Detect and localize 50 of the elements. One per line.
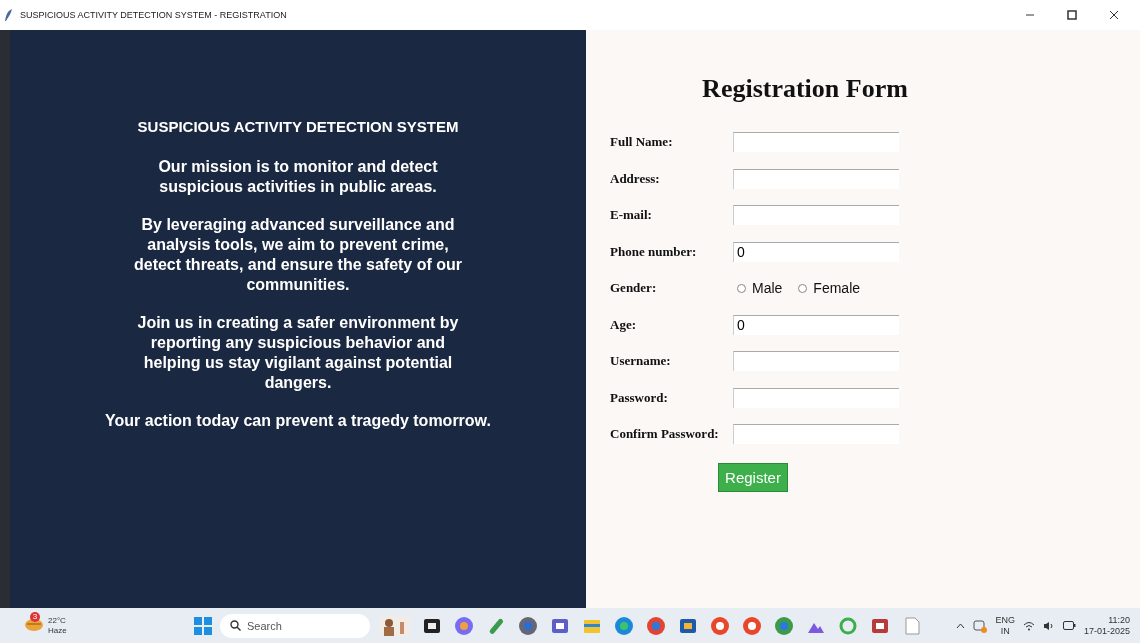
weather-widget[interactable]: 3 22°C Haze bbox=[24, 614, 194, 637]
field-label: Address: bbox=[610, 170, 661, 187]
condition-text: Haze bbox=[48, 625, 67, 636]
input-field[interactable] bbox=[733, 387, 899, 408]
input-field[interactable] bbox=[733, 424, 899, 444]
form-title: Registration Form bbox=[701, 74, 909, 104]
radio-option[interactable]: Male bbox=[737, 280, 783, 296]
clock-date[interactable]: 17-01-2025 bbox=[1083, 625, 1130, 637]
wifi-icon[interactable] bbox=[1022, 620, 1035, 631]
field-label: Username: bbox=[610, 353, 672, 369]
notification-badge: 3 bbox=[30, 611, 40, 622]
input-field[interactable] bbox=[733, 351, 899, 371]
mission-paragraph: Our mission is to monitor and detect suspicious activities in public areas. bbox=[157, 157, 439, 197]
input-field[interactable]: 0 bbox=[733, 314, 899, 335]
document-icon[interactable] bbox=[902, 615, 922, 636]
battery-icon[interactable] bbox=[1062, 621, 1076, 630]
field-label: Confirm Password: bbox=[610, 426, 720, 442]
ring-icon[interactable] bbox=[838, 615, 858, 636]
option-label: Female bbox=[813, 280, 861, 296]
search-field[interactable]: Search bbox=[220, 613, 370, 638]
mission-paragraph: By leveraging advanced surveillance and analysis tools, we aim to prevent crime, detect threats, and ensure the safety of our communities. bbox=[132, 215, 464, 295]
input-field[interactable]: 0 bbox=[733, 241, 899, 262]
radio-icon[interactable] bbox=[737, 283, 746, 293]
radio-icon[interactable] bbox=[798, 283, 808, 293]
field-label: Password: bbox=[610, 389, 669, 406]
mission-paragraph: Your action today can prevent a tragedy tomorrow. bbox=[104, 411, 492, 431]
panel-heading: SUSPICIOUS ACTIVITY DETECTION SYSTEM bbox=[137, 118, 459, 135]
field-label: Phone number: bbox=[610, 243, 698, 260]
windows-start-icon[interactable] bbox=[194, 616, 212, 635]
speaker-icon[interactable] bbox=[1042, 620, 1055, 631]
clock-time[interactable]: 11:20 bbox=[1108, 614, 1130, 626]
field-label: Age: bbox=[610, 316, 637, 333]
input-field[interactable] bbox=[733, 132, 899, 152]
input-field[interactable] bbox=[733, 205, 899, 225]
chevron-up-icon[interactable] bbox=[956, 622, 966, 629]
field-label: E-mail: bbox=[610, 207, 653, 223]
field-label: Gender: bbox=[610, 280, 658, 296]
option-label: Male bbox=[752, 280, 783, 296]
maximize-icon[interactable] bbox=[1067, 10, 1077, 20]
language-text[interactable]: ENG bbox=[995, 614, 1015, 626]
feather-icon bbox=[4, 9, 14, 21]
search-icon bbox=[230, 620, 241, 631]
window-title: SUSPICIOUS ACTIVITY DETECTION SYSTEM - REGISTRATION bbox=[20, 10, 288, 20]
close-icon[interactable] bbox=[1109, 10, 1119, 20]
region-text[interactable]: IN bbox=[1000, 625, 1010, 637]
mission-paragraph: Join us in creating a safer environment by reporting any suspicious behavior and helping us stay vigilant against potential dangers. bbox=[136, 313, 460, 393]
field-label: Full Name: bbox=[610, 134, 674, 150]
radio-option[interactable]: Female bbox=[798, 280, 861, 296]
temperature-text: 22°C bbox=[48, 615, 67, 626]
input-field[interactable] bbox=[733, 168, 899, 189]
